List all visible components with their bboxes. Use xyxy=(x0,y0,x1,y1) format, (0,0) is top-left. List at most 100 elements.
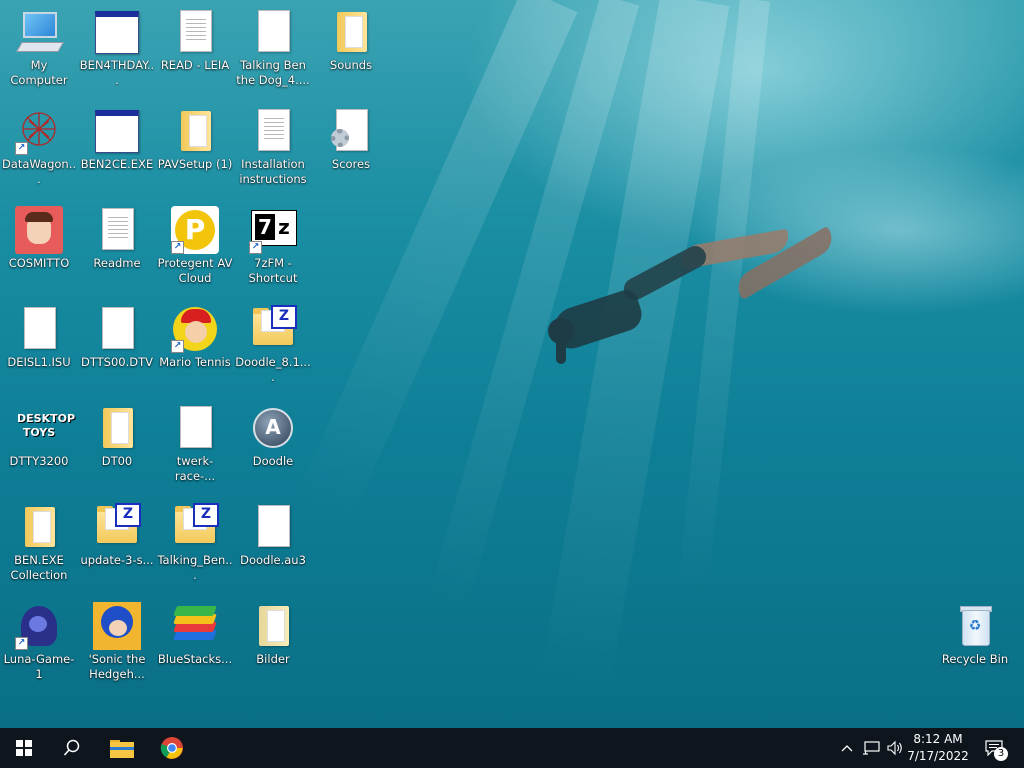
desktop-icon-label: COSMITTO xyxy=(8,256,70,270)
desktop-icon-ben4thday[interactable]: BEN4THDAY... xyxy=(78,8,156,88)
desktop-icon-talking-ben-zip[interactable]: Z Talking_Ben... xyxy=(156,503,234,583)
sonic-app-icon xyxy=(93,602,141,650)
network-button[interactable] xyxy=(860,728,882,768)
show-hidden-icons-button[interactable] xyxy=(838,728,856,768)
desktop-icon-doodle[interactable]: A Doodle xyxy=(234,404,312,469)
app-window-icon xyxy=(93,8,141,56)
desktop-icon-doodle-zip[interactable]: Z Doodle_8.1.... xyxy=(234,305,312,385)
blank-file-icon xyxy=(15,305,63,353)
desktop-icon-label: BEN.EXE Collection xyxy=(10,553,68,582)
desktop-icon-label: BEN2CE.EXE xyxy=(80,157,154,171)
taskbar-chrome[interactable] xyxy=(148,728,196,768)
desktop-icon-my-computer[interactable]: My Computer xyxy=(0,8,78,88)
start-button[interactable] xyxy=(0,728,48,768)
desktop-icon-dt00[interactable]: DT00 xyxy=(78,404,156,469)
desktop-icon-bilder[interactable]: Bilder xyxy=(234,602,312,667)
desktop-icon-ben-exe-collection[interactable]: BEN.EXE Collection xyxy=(0,503,78,583)
desktop-icon-protegent[interactable]: P ↗ Protegent AV Cloud xyxy=(156,206,234,286)
desktop-icon-label: Mario Tennis xyxy=(159,355,231,369)
desktop-icon-datawagon[interactable]: ↗ DataWagon... xyxy=(0,107,78,187)
desktop-icon-label: twerk-race-... xyxy=(174,454,216,483)
desktop-icon-label: Talking Ben the Dog_4.... xyxy=(236,58,310,87)
taskbar: 8:12 AM 7/17/2022 3 xyxy=(0,728,1024,768)
text-document-icon xyxy=(93,206,141,254)
blank-file-icon xyxy=(249,8,297,56)
desktop-icon-dtty3200[interactable]: DESKTOP TOYS DTTY3200 xyxy=(0,404,78,469)
desktop-icon-scores[interactable]: Scores xyxy=(312,107,390,172)
desktop-icon-label: BEN4THDAY... xyxy=(79,58,155,87)
blank-file-icon xyxy=(171,404,219,452)
desktop-icon-label: Installation instructions xyxy=(239,157,307,186)
desktop-wallpaper[interactable]: My Computer ↗ DataWagon... COSMITTO DEIS… xyxy=(0,0,1024,728)
folder-icon xyxy=(327,8,375,56)
luna-game-icon: ↗ xyxy=(15,602,63,650)
taskbar-file-explorer[interactable] xyxy=(98,728,146,768)
start-windows-icon xyxy=(16,740,32,756)
desktop-icon-recycle-bin[interactable]: ♻ Recycle Bin xyxy=(936,602,1014,667)
zip-folder-icon: Z xyxy=(93,503,141,551)
desktop-icon-deisl1[interactable]: DEISL1.ISU xyxy=(0,305,78,370)
desktop-icon-label: DT00 xyxy=(101,454,133,468)
desktop-icon-cosmitto[interactable]: COSMITTO xyxy=(0,206,78,271)
desktop-icon-readme[interactable]: Readme xyxy=(78,206,156,271)
action-center-button[interactable]: 3 xyxy=(980,728,1008,768)
volume-icon xyxy=(887,740,902,756)
desktop-icon-label: My Computer xyxy=(10,58,68,87)
desktop-icon-sonic[interactable]: 'Sonic the Hedgeh... xyxy=(78,602,156,682)
desktop-icon-label: DataWagon... xyxy=(1,157,77,186)
desktop-icon-dtts00[interactable]: DTTS00.DTV xyxy=(78,305,156,370)
desktop-icon-label: Doodle.au3 xyxy=(240,553,306,567)
zip-folder-icon: Z xyxy=(249,305,297,353)
network-icon xyxy=(863,741,880,755)
desktop-icon-label: BlueStacks... xyxy=(157,652,233,666)
desktop-icon-label: Recycle Bin xyxy=(941,652,1009,666)
desktop-icon-label: DEISL1.ISU xyxy=(7,355,71,369)
search-button[interactable] xyxy=(48,728,96,768)
blank-file-icon xyxy=(249,503,297,551)
chevron-up-icon xyxy=(841,745,853,752)
avatar-app-icon xyxy=(15,206,63,254)
zip-folder-icon: Z xyxy=(171,503,219,551)
folder-icon xyxy=(249,602,297,650)
desktop-icon-doodle-au3[interactable]: Doodle.au3 xyxy=(234,503,312,568)
desktop-icon-sounds[interactable]: Sounds xyxy=(312,8,390,73)
folder-icon xyxy=(15,503,63,551)
app-window-icon xyxy=(93,107,141,155)
mario-app-icon: ↗ xyxy=(171,305,219,353)
bluestacks-app-icon xyxy=(171,602,219,650)
desktop-icon-label: Scores xyxy=(331,157,371,171)
autoit-app-icon: A xyxy=(249,404,297,452)
desktop-icon-mario-tennis[interactable]: ↗ Mario Tennis xyxy=(156,305,234,370)
clock-time: 8:12 AM xyxy=(913,732,963,746)
desktop-icon-update-3[interactable]: Z update-3-s... xyxy=(78,503,156,568)
desktop-icon-label: DTTS00.DTV xyxy=(80,355,154,369)
desktop-icon-label: Talking_Ben... xyxy=(157,553,233,582)
diver-arm xyxy=(556,330,566,364)
chrome-icon xyxy=(160,737,183,759)
desktop-icon-label: 7zFM - Shortcut xyxy=(248,256,298,285)
search-icon xyxy=(63,739,80,756)
text-document-icon xyxy=(249,107,297,155)
desktop-icon-ben2ce[interactable]: BEN2CE.EXE xyxy=(78,107,156,172)
volume-button[interactable] xyxy=(884,728,906,768)
desktop-icon-pavsetup[interactable]: PAVSetup (1) xyxy=(156,107,234,172)
desktop-icon-7zfm[interactable]: 7 z ↗ 7zFM - Shortcut xyxy=(234,206,312,286)
desktop-icon-bluestacks[interactable]: BlueStacks... xyxy=(156,602,234,667)
folder-icon xyxy=(93,404,141,452)
clock-date: 7/17/2022 xyxy=(907,749,969,763)
desktop-icon-label: Readme xyxy=(93,256,141,270)
desktop-icon-label: Luna-Game-1 xyxy=(3,652,75,681)
file-explorer-icon xyxy=(110,740,134,758)
desktop-icon-installation-instructions[interactable]: Installation instructions xyxy=(234,107,312,187)
desktop-icon-twerk-race[interactable]: twerk-race-... xyxy=(156,404,234,484)
notification-count-badge: 3 xyxy=(994,747,1008,761)
taskbar-clock[interactable]: 8:12 AM 7/17/2022 xyxy=(904,731,972,765)
protegent-app-icon: P ↗ xyxy=(171,206,219,254)
desktop-icon-talking-ben-4[interactable]: Talking Ben the Dog_4.... xyxy=(234,8,312,88)
desktop-icon-read-leia[interactable]: READ - LEIA xyxy=(156,8,234,73)
desktop-icon-luna-game[interactable]: ↗ Luna-Game-1 xyxy=(0,602,78,682)
desktop-icon-label: update-3-s... xyxy=(80,553,154,567)
blank-file-icon xyxy=(93,305,141,353)
desktop-toys-icon: DESKTOP TOYS xyxy=(17,412,76,439)
desktop-icon-label: 'Sonic the Hedgeh... xyxy=(88,652,146,681)
